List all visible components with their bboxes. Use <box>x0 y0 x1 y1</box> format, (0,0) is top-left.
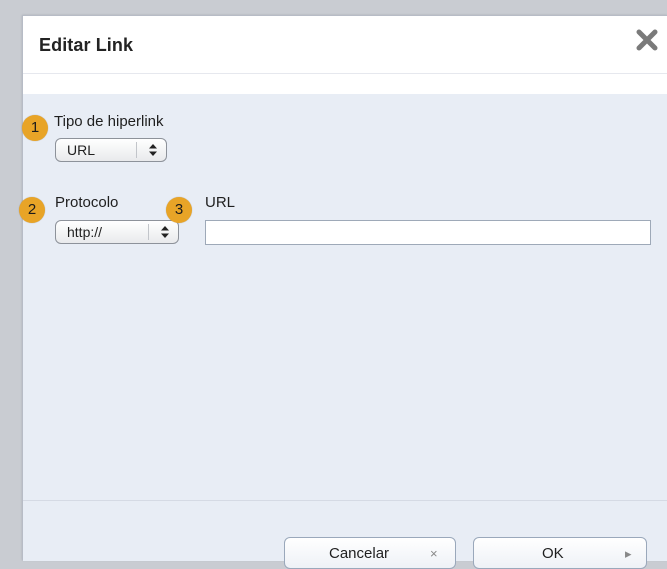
url-input[interactable] <box>205 220 651 245</box>
cancel-button[interactable]: Cancelar × <box>284 537 456 569</box>
cancel-x-icon: × <box>430 546 438 561</box>
step-badge-3: 3 <box>166 197 192 223</box>
up-down-arrow-icon <box>149 144 157 156</box>
dialog-title: Editar Link <box>39 35 134 55</box>
dialog-header: Editar Link <box>23 16 667 74</box>
link-type-value: URL <box>67 142 96 158</box>
select-divider <box>148 224 149 240</box>
edit-link-dialog: Editar Link <box>22 15 667 561</box>
link-type-label: Tipo de hiperlink <box>54 113 164 130</box>
step-badge-2: 2 <box>19 197 45 223</box>
protocol-select[interactable]: http:// <box>55 220 179 244</box>
select-divider <box>136 142 137 158</box>
close-button[interactable] <box>633 26 661 54</box>
cancel-button-label: Cancelar <box>329 545 390 562</box>
ok-button-label: OK <box>542 545 564 562</box>
close-icon <box>636 29 658 51</box>
ok-button[interactable]: OK ▸ <box>473 537 647 569</box>
url-label: URL <box>205 194 236 211</box>
protocol-label: Protocolo <box>55 194 119 211</box>
link-type-select[interactable]: URL <box>55 138 167 162</box>
protocol-value: http:// <box>67 224 103 240</box>
step-badge-1: 1 <box>22 115 48 141</box>
up-down-arrow-icon <box>161 226 169 238</box>
